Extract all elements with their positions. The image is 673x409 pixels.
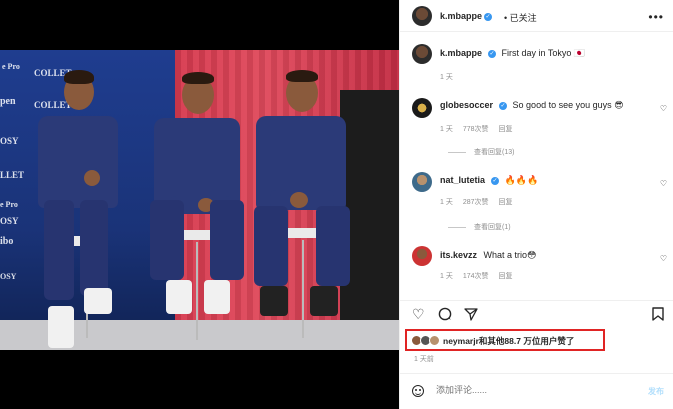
- wall-text: e Pro: [2, 62, 20, 71]
- comment-avatar[interactable]: [412, 172, 432, 192]
- caption-body: First day in Tokyo 🇯🇵: [501, 48, 586, 58]
- wall-text: LLET: [0, 170, 25, 180]
- bookmark-icon[interactable]: [652, 307, 664, 323]
- comment-text: nat_lutetia ✓ 🔥🔥🔥: [440, 175, 538, 186]
- comment-likes[interactable]: 287次赞: [463, 199, 489, 206]
- comment-username[interactable]: globesoccer: [440, 100, 493, 110]
- emoji-smiley-icon[interactable]: [412, 385, 424, 397]
- comment-meta: 1 天 174次赞 回复: [440, 271, 523, 281]
- more-options-icon[interactable]: •••: [648, 10, 664, 24]
- comment-bubble-icon[interactable]: [438, 307, 452, 323]
- caption-text: k.mbappe ✓ First day in Tokyo 🇯🇵: [440, 48, 585, 59]
- wall-text: ibo: [0, 236, 14, 247]
- comment-time: 1 天: [440, 273, 453, 280]
- comment-likes[interactable]: 174次赞: [463, 273, 489, 280]
- add-comment-input[interactable]: [436, 385, 596, 395]
- comment-like-heart-icon[interactable]: ♡: [660, 254, 667, 263]
- reply-button[interactable]: 回复: [499, 199, 513, 206]
- follow-status[interactable]: • 已关注: [504, 11, 537, 24]
- photo-stage: e Pro COLLET COLLET pen OSY LLET OSY e P…: [0, 50, 399, 350]
- view-replies-button[interactable]: 查看回复(13): [448, 147, 514, 157]
- verified-badge-icon: ✓: [499, 101, 508, 110]
- verified-badge-icon: ✓: [488, 49, 497, 58]
- post-header: k.mbappe ✓ • 已关注 •••: [400, 0, 673, 32]
- post-comment-button[interactable]: 发布: [648, 386, 664, 397]
- comment-body: So good to see you guys 😎: [512, 100, 624, 110]
- author-username[interactable]: k.mbappe ✓: [440, 11, 493, 21]
- likes-count-text[interactable]: neymarjr和其他88.7 万位用户赞了: [443, 335, 574, 347]
- post-actions-bar: ♡: [400, 300, 673, 326]
- caption-username[interactable]: k.mbappe: [440, 48, 482, 58]
- comment-text: globesoccer ✓ So good to see you guys 😎: [440, 100, 624, 111]
- comment-body: 🔥🔥🔥: [504, 175, 539, 185]
- share-send-icon[interactable]: [464, 307, 478, 323]
- author-username-text[interactable]: k.mbappe: [440, 11, 482, 21]
- author-avatar[interactable]: [412, 6, 432, 26]
- comment-meta: 1 天 287次赞 回复: [440, 197, 523, 207]
- caption-time: 1 天: [440, 74, 453, 81]
- comment-like-heart-icon[interactable]: ♡: [660, 104, 667, 113]
- wall-text: OSY: [0, 136, 19, 146]
- post-timestamp: 1 天前: [414, 356, 434, 363]
- like-heart-icon[interactable]: ♡: [412, 307, 425, 321]
- post-photo[interactable]: e Pro COLLET COLLET pen OSY LLET OSY e P…: [0, 0, 399, 409]
- separator: •: [504, 13, 508, 23]
- comment-body: What a trio😳: [483, 250, 537, 260]
- wall-text: e Pro: [0, 200, 18, 209]
- likes-summary-highlight[interactable]: neymarjr和其他88.7 万位用户赞了: [405, 329, 605, 351]
- verified-badge-icon: ✓: [484, 12, 493, 21]
- follow-status-label[interactable]: 已关注: [510, 13, 537, 23]
- caption-avatar[interactable]: [412, 44, 432, 64]
- comment-bar: 发布: [400, 373, 673, 409]
- wall-text: pen: [0, 96, 16, 107]
- reply-button[interactable]: 回复: [499, 126, 513, 133]
- comment-time: 1 天: [440, 126, 453, 133]
- comment-avatar[interactable]: [412, 246, 432, 266]
- comment-username[interactable]: nat_lutetia: [440, 175, 485, 185]
- comment-username[interactable]: its.kevzz: [440, 250, 477, 260]
- comment-meta: 1 天 778次赞 回复: [440, 124, 523, 134]
- comment-avatar[interactable]: [412, 98, 432, 118]
- wall-text: OSY: [0, 216, 19, 226]
- comment-like-heart-icon[interactable]: ♡: [660, 179, 667, 188]
- wall-text: OSY: [0, 272, 17, 281]
- view-replies-button[interactable]: 查看回复(1): [448, 222, 511, 232]
- comment-text: its.kevzz What a trio😳: [440, 250, 536, 261]
- liker-avatar: [429, 335, 440, 346]
- comment-likes[interactable]: 778次赞: [463, 126, 489, 133]
- verified-badge-icon: ✓: [491, 176, 500, 185]
- comment-time: 1 天: [440, 199, 453, 206]
- reply-button[interactable]: 回复: [499, 273, 513, 280]
- post-detail-panel: k.mbappe ✓ • 已关注 ••• k.mbappe ✓ First day …: [399, 0, 673, 409]
